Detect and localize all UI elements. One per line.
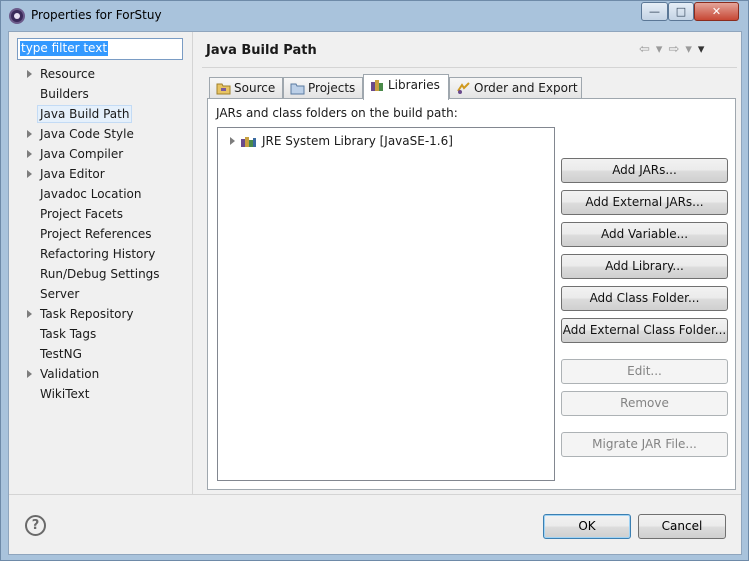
nav-item-label: Server [40, 287, 80, 301]
nav-item-wikitext[interactable]: WikiText [9, 384, 191, 404]
tab-source[interactable]: Source [209, 77, 283, 99]
nav-item-label: Java Editor [40, 167, 105, 181]
nav-item-label: Resource [40, 67, 96, 81]
forward-menu-icon[interactable]: ▾ [685, 42, 692, 57]
expand-arrow-icon[interactable] [27, 70, 32, 78]
help-icon[interactable]: ? [25, 515, 46, 536]
nav-item-label: Builders [40, 87, 89, 101]
forward-arrow-icon[interactable]: ⇨ [668, 42, 679, 57]
libraries-heading: JARs and class folders on the build path… [216, 106, 458, 120]
eclipse-icon [9, 8, 25, 24]
tab-label: Order and Export [474, 81, 578, 95]
filter-text-selection: type filter text [20, 41, 109, 56]
tab-label: Libraries [388, 78, 440, 92]
nav-item-builders[interactable]: Builders [9, 84, 191, 104]
nav-item-java-compiler[interactable]: Java Compiler [9, 144, 191, 164]
title-separator [202, 67, 737, 68]
add-external-class-folder-button[interactable]: Add External Class Folder... [561, 318, 728, 343]
page-title: Java Build Path [206, 43, 317, 58]
nav-item-java-build-path[interactable]: Java Build Path [9, 104, 191, 124]
nav-item-label: Javadoc Location [40, 187, 142, 201]
expand-arrow-icon[interactable] [27, 150, 32, 158]
nav-item-label: Java Code Style [40, 127, 134, 141]
add-class-folder-button[interactable]: Add Class Folder... [561, 286, 728, 311]
close-button[interactable]: ✕ [694, 2, 739, 21]
libraries-panel: JARs and class folders on the build path… [207, 98, 736, 490]
nav-item-resource[interactable]: Resource [9, 64, 191, 84]
add-library-button[interactable]: Add Library... [561, 254, 728, 279]
source-folder-icon [216, 83, 231, 95]
back-menu-icon[interactable]: ▾ [656, 42, 663, 57]
nav-item-refactoring-history[interactable]: Refactoring History [9, 244, 191, 264]
add-variable-button[interactable]: Add Variable... [561, 222, 728, 247]
nav-item-label: Task Repository [40, 307, 134, 321]
remove-button[interactable]: Remove [561, 391, 728, 416]
cancel-button[interactable]: Cancel [638, 514, 726, 539]
view-menu-icon[interactable]: ▾ [698, 42, 705, 57]
nav-item-java-code-style[interactable]: Java Code Style [9, 124, 191, 144]
minimize-button[interactable]: — [641, 2, 668, 21]
add-jars-button[interactable]: Add JARs... [561, 158, 728, 183]
migrate-jar-button[interactable]: Migrate JAR File... [561, 432, 728, 457]
library-entry-label: JRE System Library [JavaSE-1.6] [262, 134, 453, 148]
nav-item-java-editor[interactable]: Java Editor [9, 164, 191, 184]
tab-projects[interactable]: Projects [283, 77, 363, 99]
maximize-button[interactable]: □ [668, 2, 694, 21]
back-arrow-icon[interactable]: ⇦ [639, 42, 650, 57]
jre-library-icon [241, 137, 256, 147]
nav-item-label: Task Tags [40, 327, 97, 341]
tab-label: Source [234, 81, 276, 95]
nav-item-label: Run/Debug Settings [40, 267, 160, 281]
nav-item-label: TestNG [40, 347, 82, 361]
expand-arrow-icon[interactable] [27, 310, 32, 318]
nav-item-label: Java Build Path [37, 105, 133, 123]
nav-item-validation[interactable]: Validation [9, 364, 191, 384]
sash-divider[interactable] [192, 32, 193, 494]
edit-button[interactable]: Edit... [561, 359, 728, 384]
property-page-tree: Resource Builders Java Build Path Java C… [9, 64, 191, 404]
ok-button[interactable]: OK [543, 514, 631, 539]
nav-item-label: Refactoring History [40, 247, 156, 261]
project-folder-icon [290, 83, 305, 95]
expand-arrow-icon[interactable] [230, 137, 235, 145]
nav-item-server[interactable]: Server [9, 284, 191, 304]
dialog-button-bar: ? OK Cancel [9, 494, 741, 554]
nav-item-label: Java Compiler [40, 147, 124, 161]
expand-arrow-icon[interactable] [27, 370, 32, 378]
order-export-icon [457, 82, 470, 94]
dialog-content: type filter text Resource Builders Java … [8, 31, 742, 555]
add-external-jars-button[interactable]: Add External JARs... [561, 190, 728, 215]
tab-label: Projects [308, 81, 356, 95]
nav-item-label: Project References [40, 227, 152, 241]
nav-item-label: Project Facets [40, 207, 123, 221]
nav-item-task-repository[interactable]: Task Repository [9, 304, 191, 324]
tab-order-and-export[interactable]: Order and Export [449, 77, 582, 99]
title-bar[interactable]: Properties for ForStuy — □ ✕ [1, 1, 748, 31]
library-list[interactable]: JRE System Library [JavaSE-1.6] [217, 127, 555, 481]
window-title: Properties for ForStuy [31, 8, 162, 22]
nav-item-javadoc-location[interactable]: Javadoc Location [9, 184, 191, 204]
nav-item-label: Validation [40, 367, 100, 381]
nav-item-project-facets[interactable]: Project Facets [9, 204, 191, 224]
nav-item-project-references[interactable]: Project References [9, 224, 191, 244]
properties-dialog: Properties for ForStuy — □ ✕ type filter… [0, 0, 749, 561]
nav-item-task-tags[interactable]: Task Tags [9, 324, 191, 344]
nav-item-label: WikiText [40, 387, 90, 401]
library-entry[interactable]: JRE System Library [JavaSE-1.6] [230, 132, 453, 150]
expand-arrow-icon[interactable] [27, 170, 32, 178]
library-books-icon [371, 80, 383, 91]
nav-item-run-debug-settings[interactable]: Run/Debug Settings [9, 264, 191, 284]
nav-item-testng[interactable]: TestNG [9, 344, 191, 364]
expand-arrow-icon[interactable] [27, 130, 32, 138]
history-navigation: ⇦ ▾ ⇨ ▾ ▾ [639, 42, 710, 57]
tab-libraries[interactable]: Libraries [363, 74, 449, 100]
